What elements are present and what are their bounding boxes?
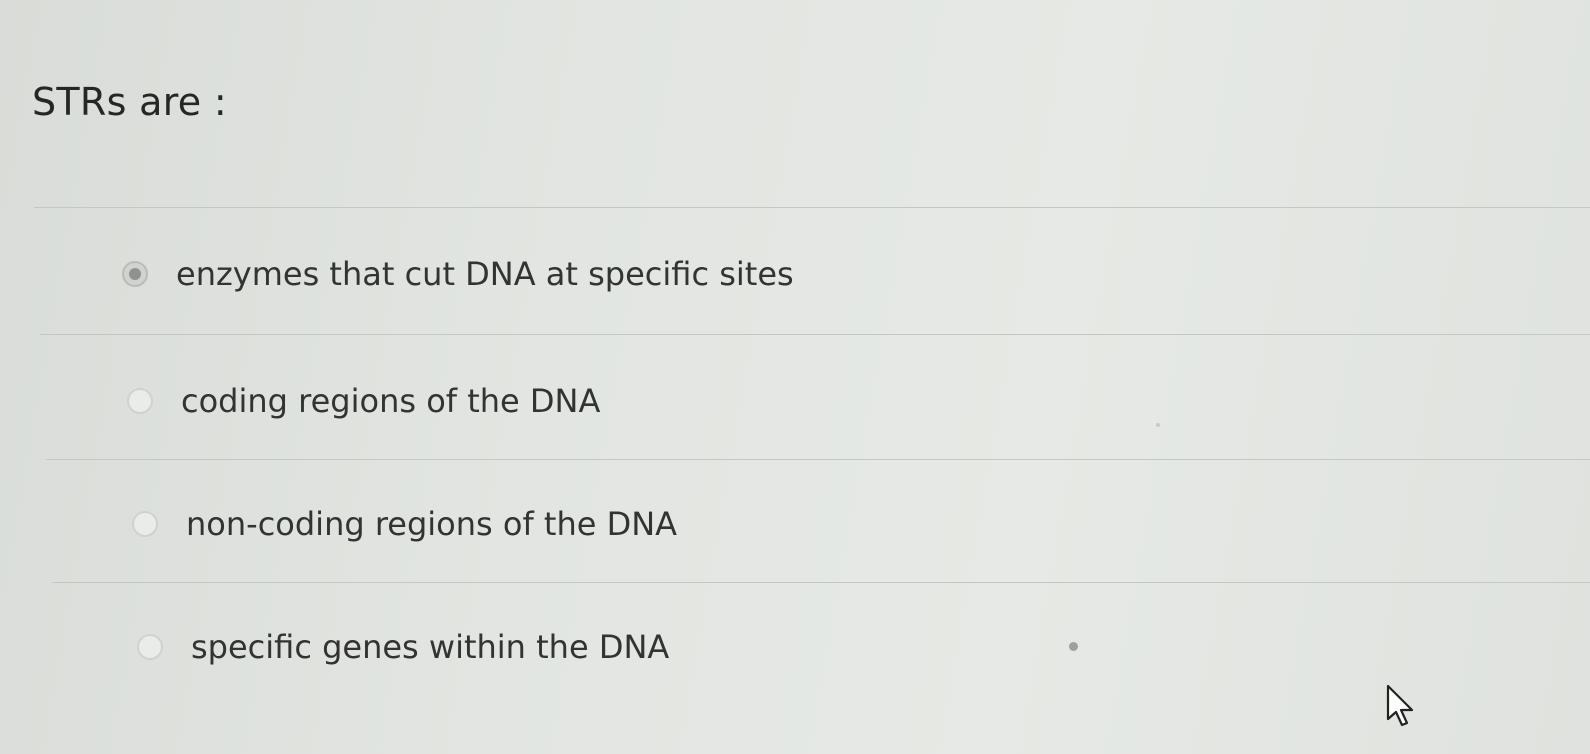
option-label: enzymes that cut DNA at specific sites (176, 255, 794, 293)
divider (52, 582, 1590, 583)
question-text: STRs are : (32, 80, 227, 124)
radio-button-selected[interactable] (122, 261, 148, 287)
divider (46, 459, 1590, 460)
radio-button[interactable] (137, 634, 163, 660)
answer-option-4[interactable]: specific genes within the DNA (137, 628, 669, 666)
divider (34, 207, 1590, 208)
divider (40, 334, 1590, 335)
answer-option-1[interactable]: enzymes that cut DNA at specific sites (122, 255, 794, 293)
answer-option-3[interactable]: non-coding regions of the DNA (132, 505, 677, 543)
option-label: coding regions of the DNA (181, 382, 601, 420)
dust-speck (1069, 642, 1078, 651)
radio-button[interactable] (132, 511, 158, 537)
answer-option-2[interactable]: coding regions of the DNA (127, 382, 600, 420)
radio-button[interactable] (127, 388, 153, 414)
option-label: non-coding regions of the DNA (186, 505, 678, 543)
option-label: specific genes within the DNA (191, 628, 670, 666)
mouse-pointer-icon (1386, 684, 1414, 727)
dust-speck (1156, 423, 1160, 427)
